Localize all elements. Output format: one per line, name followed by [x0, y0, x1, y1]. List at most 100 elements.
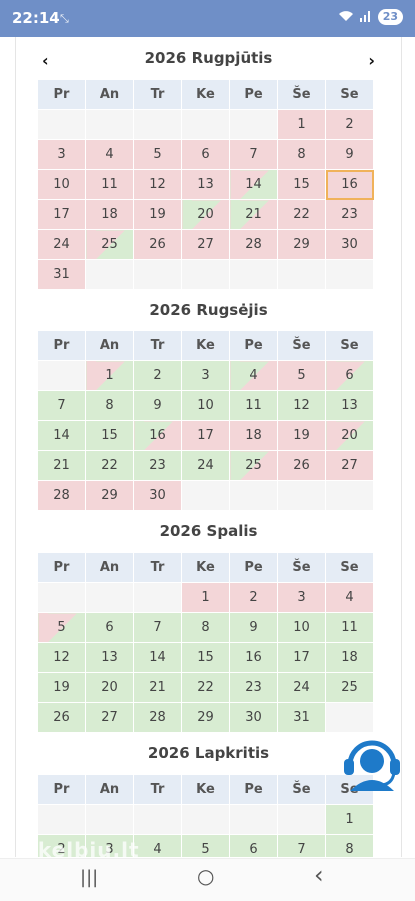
- day-cell[interactable]: 14: [37, 420, 86, 451]
- day-cell[interactable]: 24: [181, 450, 230, 481]
- day-cell[interactable]: 16: [133, 420, 182, 451]
- day-cell[interactable]: 5: [37, 612, 86, 643]
- day-cell[interactable]: 12: [277, 390, 326, 421]
- day-cell[interactable]: 25: [325, 672, 374, 703]
- day-cell[interactable]: 6: [85, 612, 134, 643]
- day-cell[interactable]: 1: [277, 109, 326, 140]
- day-cell[interactable]: 5: [277, 360, 326, 391]
- day-cell[interactable]: 19: [277, 420, 326, 451]
- day-cell[interactable]: 7: [37, 390, 86, 421]
- day-cell[interactable]: 4: [229, 360, 278, 391]
- day-cell[interactable]: 1: [85, 360, 134, 391]
- home-button[interactable]: ○: [197, 864, 214, 888]
- day-cell[interactable]: 7: [277, 834, 326, 857]
- support-chat-icon[interactable]: [342, 727, 402, 793]
- day-cell[interactable]: 8: [277, 139, 326, 170]
- day-cell[interactable]: 22: [181, 672, 230, 703]
- day-cell[interactable]: 23: [229, 672, 278, 703]
- day-cell[interactable]: 28: [229, 229, 278, 260]
- day-cell[interactable]: 28: [133, 702, 182, 733]
- day-cell[interactable]: 11: [325, 612, 374, 643]
- day-cell[interactable]: 10: [181, 390, 230, 421]
- day-cell[interactable]: 19: [133, 199, 182, 230]
- day-cell[interactable]: 26: [277, 450, 326, 481]
- day-cell[interactable]: 23: [133, 450, 182, 481]
- day-cell[interactable]: 3: [277, 582, 326, 613]
- day-cell[interactable]: 12: [37, 642, 86, 673]
- day-cell[interactable]: 4: [133, 834, 182, 857]
- day-cell[interactable]: 2: [229, 582, 278, 613]
- day-cell[interactable]: 6: [229, 834, 278, 857]
- day-cell[interactable]: 9: [133, 390, 182, 421]
- day-cell[interactable]: 16: [229, 642, 278, 673]
- day-cell[interactable]: 3: [181, 360, 230, 391]
- day-cell[interactable]: 31: [37, 259, 86, 290]
- day-cell[interactable]: 6: [181, 139, 230, 170]
- day-cell[interactable]: 28: [37, 480, 86, 511]
- day-cell[interactable]: 18: [325, 642, 374, 673]
- day-cell[interactable]: 7: [133, 612, 182, 643]
- day-cell[interactable]: 25: [85, 229, 134, 260]
- day-cell[interactable]: 8: [325, 834, 374, 857]
- day-cell[interactable]: 14: [133, 642, 182, 673]
- day-cell[interactable]: 22: [277, 199, 326, 230]
- day-cell[interactable]: 24: [277, 672, 326, 703]
- day-cell[interactable]: 4: [325, 582, 374, 613]
- day-cell[interactable]: 11: [229, 390, 278, 421]
- day-cell[interactable]: 20: [181, 199, 230, 230]
- day-cell[interactable]: 13: [85, 642, 134, 673]
- day-cell[interactable]: 6: [325, 360, 374, 391]
- day-cell[interactable]: 5: [181, 834, 230, 857]
- day-cell[interactable]: 8: [181, 612, 230, 643]
- day-cell[interactable]: 17: [37, 199, 86, 230]
- day-cell[interactable]: 30: [325, 229, 374, 260]
- day-cell[interactable]: 30: [229, 702, 278, 733]
- day-cell[interactable]: 30: [133, 480, 182, 511]
- day-cell[interactable]: 15: [277, 169, 326, 200]
- day-cell[interactable]: 13: [325, 390, 374, 421]
- day-cell[interactable]: 9: [229, 612, 278, 643]
- day-cell[interactable]: 10: [277, 612, 326, 643]
- day-cell[interactable]: 16: [325, 169, 374, 200]
- day-cell[interactable]: 29: [277, 229, 326, 260]
- day-cell[interactable]: 26: [37, 702, 86, 733]
- day-cell[interactable]: 7: [229, 139, 278, 170]
- day-cell[interactable]: 18: [85, 199, 134, 230]
- back-button[interactable]: ‹: [314, 861, 324, 889]
- day-cell[interactable]: 27: [181, 229, 230, 260]
- day-cell[interactable]: 18: [229, 420, 278, 451]
- day-cell[interactable]: 27: [85, 702, 134, 733]
- day-cell[interactable]: 12: [133, 169, 182, 200]
- day-cell[interactable]: 27: [325, 450, 374, 481]
- day-cell[interactable]: 1: [181, 582, 230, 613]
- day-cell[interactable]: 29: [181, 702, 230, 733]
- day-cell[interactable]: 31: [277, 702, 326, 733]
- day-cell[interactable]: 17: [181, 420, 230, 451]
- day-cell[interactable]: 1: [325, 804, 374, 835]
- day-cell[interactable]: 22: [85, 450, 134, 481]
- day-cell[interactable]: 4: [85, 139, 134, 170]
- day-cell[interactable]: 24: [37, 229, 86, 260]
- day-cell[interactable]: 13: [181, 169, 230, 200]
- day-cell[interactable]: 10: [37, 169, 86, 200]
- day-cell[interactable]: 29: [85, 480, 134, 511]
- day-cell[interactable]: 21: [229, 199, 278, 230]
- recents-button[interactable]: |||: [80, 867, 98, 888]
- day-cell[interactable]: 15: [85, 420, 134, 451]
- day-cell[interactable]: 3: [37, 139, 86, 170]
- day-cell[interactable]: 15: [181, 642, 230, 673]
- day-cell[interactable]: 21: [133, 672, 182, 703]
- day-cell[interactable]: 25: [229, 450, 278, 481]
- day-cell[interactable]: 11: [85, 169, 134, 200]
- day-cell[interactable]: 21: [37, 450, 86, 481]
- day-cell[interactable]: 2: [133, 360, 182, 391]
- day-cell[interactable]: 9: [325, 139, 374, 170]
- day-cell[interactable]: 2: [325, 109, 374, 140]
- day-cell[interactable]: 26: [133, 229, 182, 260]
- day-cell[interactable]: 19: [37, 672, 86, 703]
- day-cell[interactable]: 8: [85, 390, 134, 421]
- day-cell[interactable]: 20: [325, 420, 374, 451]
- day-cell[interactable]: 23: [325, 199, 374, 230]
- day-cell[interactable]: 20: [85, 672, 134, 703]
- day-cell[interactable]: 17: [277, 642, 326, 673]
